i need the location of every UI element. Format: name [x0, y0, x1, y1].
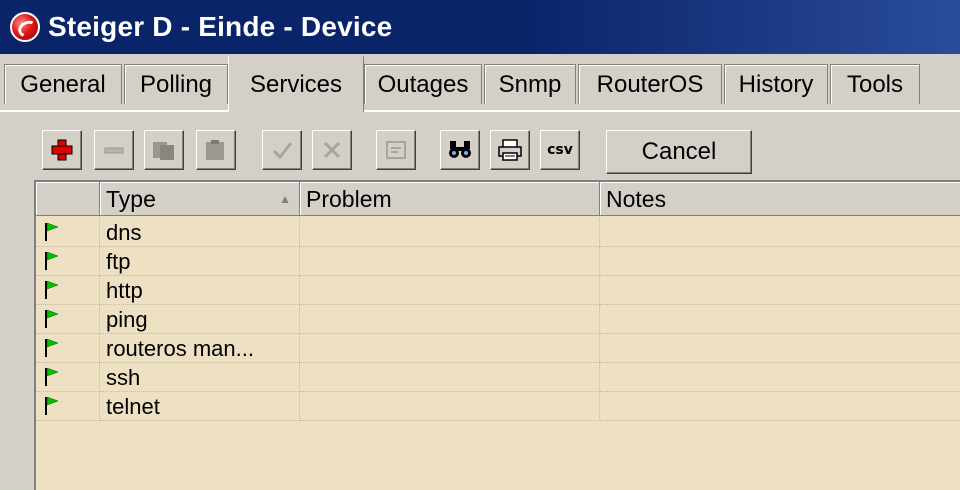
tab-polling[interactable]: Polling: [124, 64, 228, 104]
table-row[interactable]: ping: [36, 305, 960, 334]
row-type-cell: telnet: [100, 392, 300, 421]
table-row[interactable]: ftp: [36, 247, 960, 276]
table-row[interactable]: routeros man...: [36, 334, 960, 363]
row-problem-cell: [300, 334, 600, 363]
copy-button[interactable]: [144, 130, 184, 170]
column-header-problem[interactable]: Problem: [300, 182, 600, 216]
table-row[interactable]: http: [36, 276, 960, 305]
tab-routeros[interactable]: RouterOS: [578, 64, 722, 104]
green-flag-icon: [45, 367, 59, 386]
remove-button[interactable]: [94, 130, 134, 170]
row-notes-cell: [600, 276, 960, 305]
column-header-type[interactable]: Type ▲: [100, 182, 300, 216]
tab-outages[interactable]: Outages: [364, 64, 482, 104]
csv-export-button[interactable]: csv: [540, 130, 580, 170]
tab-separator: [0, 110, 960, 112]
row-problem-cell: [300, 392, 600, 421]
row-status-cell: [36, 276, 100, 305]
row-status-cell: [36, 247, 100, 276]
green-flag-icon: [45, 251, 59, 270]
row-problem-cell: [300, 305, 600, 334]
row-type-cell: ping: [100, 305, 300, 334]
row-status-cell: [36, 218, 100, 247]
row-type-cell: dns: [100, 218, 300, 247]
add-icon: [51, 139, 73, 161]
row-notes-cell: [600, 392, 960, 421]
row-status-cell: [36, 392, 100, 421]
tab-history[interactable]: History: [724, 64, 828, 104]
green-flag-icon: [45, 280, 59, 299]
column-header-type-label: Type: [106, 186, 156, 212]
green-flag-icon: [45, 222, 59, 241]
csv-export-icon: csv: [547, 142, 573, 158]
row-problem-cell: [300, 276, 600, 305]
table-row[interactable]: dns: [36, 218, 960, 247]
green-flag-icon: [45, 338, 59, 357]
row-status-cell: [36, 305, 100, 334]
tab-snmp[interactable]: Snmp: [484, 64, 576, 104]
paste-icon: [206, 140, 224, 160]
row-type-cell: routeros man...: [100, 334, 300, 363]
row-notes-cell: [600, 218, 960, 247]
disable-icon: [323, 141, 341, 159]
print-button[interactable]: [490, 130, 530, 170]
tab-tools[interactable]: Tools: [830, 64, 920, 104]
add-button[interactable]: [42, 130, 82, 170]
sort-ascending-icon: ▲: [279, 192, 291, 206]
green-flag-icon: [45, 309, 59, 328]
cancel-button[interactable]: Cancel: [606, 130, 752, 174]
row-type-cell: ftp: [100, 247, 300, 276]
row-notes-cell: [600, 247, 960, 276]
row-problem-cell: [300, 247, 600, 276]
row-notes-cell: [600, 305, 960, 334]
row-type-cell: ssh: [100, 363, 300, 392]
row-notes-cell: [600, 334, 960, 363]
remove-icon: [104, 147, 124, 154]
row-type-cell: http: [100, 276, 300, 305]
tab-strip: General Polling Services Outages Snmp Ro…: [0, 56, 960, 112]
row-status-cell: [36, 363, 100, 392]
column-header-notes[interactable]: Notes: [600, 182, 960, 216]
copy-icon: [153, 142, 174, 160]
window-title: Steiger D - Einde - Device: [48, 11, 393, 42]
device-window: Steiger D - Einde - Device General Polli…: [0, 0, 960, 490]
disable-button[interactable]: [312, 130, 352, 170]
table-header: Type ▲ Problem Notes: [36, 182, 960, 216]
row-notes-cell: [600, 363, 960, 392]
table-row[interactable]: ssh: [36, 363, 960, 392]
row-problem-cell: [300, 218, 600, 247]
tab-general[interactable]: General: [4, 64, 122, 104]
find-button[interactable]: [440, 130, 480, 170]
title-bar[interactable]: Steiger D - Einde - Device: [0, 0, 960, 54]
app-logo-icon: [10, 12, 40, 42]
row-problem-cell: [300, 363, 600, 392]
tab-services[interactable]: Services: [228, 56, 364, 112]
table-row[interactable]: telnet: [36, 392, 960, 421]
green-flag-icon: [45, 396, 59, 415]
column-header-flag[interactable]: [36, 182, 100, 216]
enable-icon: [272, 142, 293, 160]
find-icon: [449, 141, 471, 158]
enable-button[interactable]: [262, 130, 302, 170]
print-icon: [498, 139, 522, 161]
row-status-cell: [36, 334, 100, 363]
comment-icon: [386, 141, 406, 159]
paste-button[interactable]: [196, 130, 236, 170]
comment-button[interactable]: [376, 130, 416, 170]
services-table: Type ▲ Problem Notes dns ftp http ping route…: [34, 180, 960, 490]
